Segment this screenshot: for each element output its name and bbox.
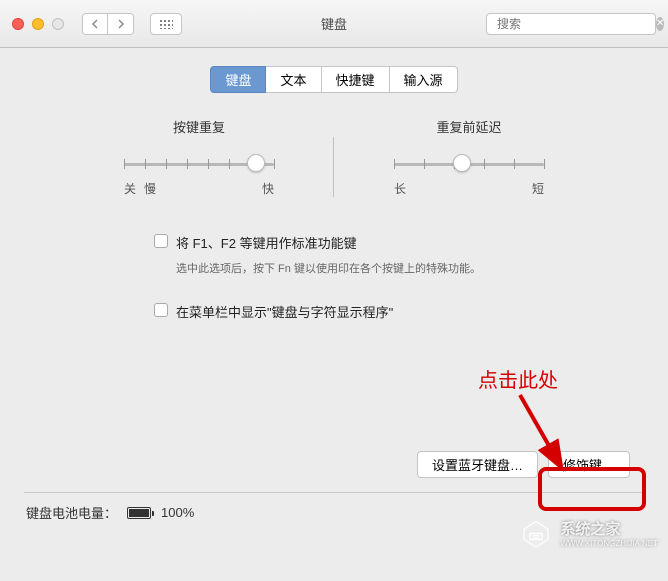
forward-button[interactable] [108, 13, 134, 35]
search-input[interactable] [497, 17, 652, 31]
watermark: 系统之家 WWW.XITONGZHIJIA.NET [518, 517, 658, 553]
menubar-checkbox[interactable] [154, 303, 168, 317]
battery-label: 键盘电池电量： [26, 503, 117, 522]
minimize-window-button[interactable] [32, 18, 44, 30]
close-window-button[interactable] [12, 18, 24, 30]
menubar-checkbox-row: 在菜单栏中显示"键盘与字符显示程序" [154, 302, 644, 321]
fn-keys-description: 选中此选项后，按下 Fn 键以使用印在各个按键上的特殊功能。 [176, 260, 644, 276]
tab-bar: 键盘 文本 快捷键 输入源 [24, 66, 644, 93]
delay-slider[interactable] [394, 154, 544, 174]
key-repeat-section: 按键重复 关慢 快 [84, 117, 314, 197]
window-controls [12, 18, 64, 30]
delay-thumb[interactable] [453, 154, 471, 172]
fn-keys-label: 将 F1、F2 等键用作标准功能键 [176, 233, 357, 252]
nav-buttons [82, 13, 134, 35]
clear-search-button[interactable]: ✕ [656, 17, 664, 31]
key-repeat-thumb[interactable] [247, 154, 265, 172]
key-repeat-slider[interactable] [124, 154, 274, 174]
maximize-window-button [52, 18, 64, 30]
delay-section: 重复前延迟 长 短 [354, 117, 584, 197]
divider [24, 492, 644, 493]
fn-keys-checkbox-row: 将 F1、F2 等键用作标准功能键 [154, 233, 644, 252]
battery-percent: 100% [161, 505, 194, 520]
tab-input-sources[interactable]: 输入源 [390, 66, 458, 93]
titlebar: 键盘 ✕ [0, 0, 668, 48]
search-field[interactable]: ✕ [486, 13, 656, 35]
show-all-button[interactable] [150, 13, 182, 35]
watermark-name: 系统之家 [560, 521, 658, 539]
bluetooth-keyboard-button[interactable]: 设置蓝牙键盘… [417, 451, 538, 478]
modifier-keys-button[interactable]: 修饰键… [548, 451, 630, 478]
window-title: 键盘 [192, 14, 476, 33]
tab-keyboard[interactable]: 键盘 [210, 66, 266, 93]
watermark-url: WWW.XITONGZHIJIA.NET [560, 539, 658, 549]
battery-icon [127, 507, 151, 519]
fn-keys-checkbox[interactable] [154, 234, 168, 248]
watermark-icon [518, 517, 554, 553]
key-repeat-label: 按键重复 [84, 117, 314, 136]
menubar-label: 在菜单栏中显示"键盘与字符显示程序" [176, 302, 393, 321]
delay-label: 重复前延迟 [354, 117, 584, 136]
back-button[interactable] [82, 13, 108, 35]
grid-icon [159, 19, 173, 29]
tab-text[interactable]: 文本 [266, 66, 321, 93]
tab-shortcuts[interactable]: 快捷键 [322, 66, 390, 93]
